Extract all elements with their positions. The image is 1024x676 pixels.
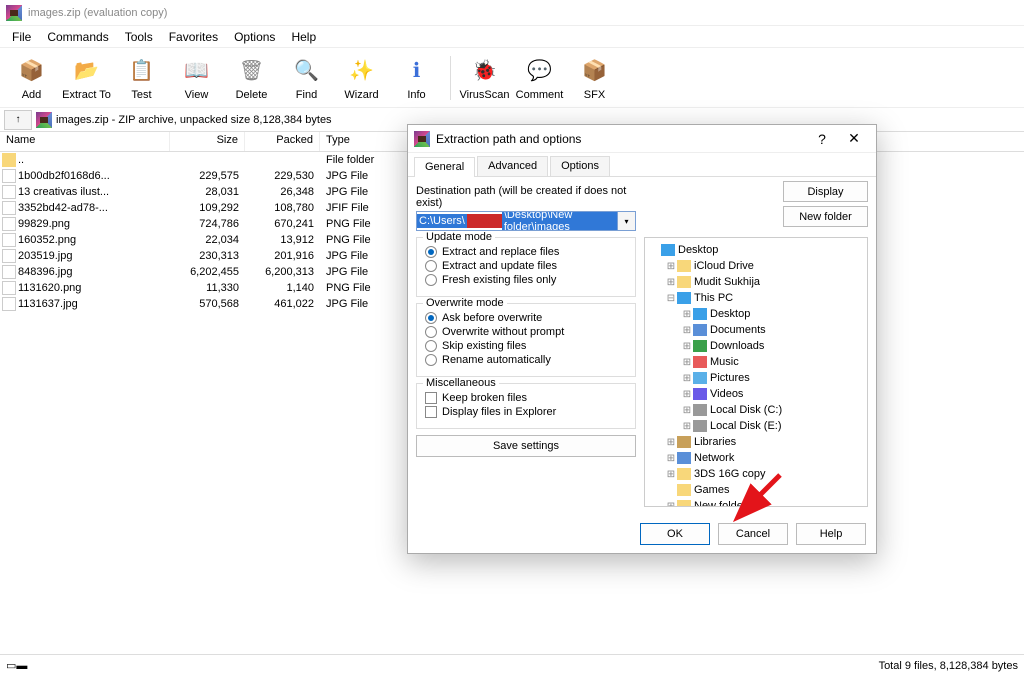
save-settings-button[interactable]: Save settings xyxy=(416,435,636,457)
menu-tools[interactable]: Tools xyxy=(117,28,161,46)
checkbox-option[interactable]: Keep broken files xyxy=(425,392,627,404)
tree-node[interactable]: ⊞Pictures xyxy=(649,370,863,386)
chevron-down-icon[interactable]: ▾ xyxy=(618,211,636,231)
menu-file[interactable]: File xyxy=(4,28,39,46)
view-button[interactable]: 📖View xyxy=(169,50,224,106)
display-button[interactable]: Display xyxy=(783,181,868,202)
expand-icon[interactable]: ⊞ xyxy=(665,453,677,464)
extraction-dialog: Extraction path and options ? ✕ GeneralA… xyxy=(407,124,877,554)
dialog-titlebar: Extraction path and options ? ✕ xyxy=(408,125,876,153)
expand-icon[interactable]: ⊞ xyxy=(681,389,693,400)
tree-node[interactable]: ⊞Music xyxy=(649,354,863,370)
expand-icon[interactable]: ⊟ xyxy=(665,293,677,304)
drive-icon: ▭▬ xyxy=(6,659,27,672)
tree-node[interactable]: ⊞3DS 16G copy xyxy=(649,466,863,482)
expand-icon[interactable]: ⊞ xyxy=(681,325,693,336)
tree-node[interactable]: ⊞Documents xyxy=(649,322,863,338)
menu-favorites[interactable]: Favorites xyxy=(161,28,226,46)
radio-option[interactable]: Ask before overwrite xyxy=(425,312,627,324)
expand-icon[interactable]: ⊞ xyxy=(681,341,693,352)
window-title: images.zip (evaluation copy) xyxy=(28,7,167,19)
col-packed[interactable]: Packed xyxy=(245,132,320,151)
radio-option[interactable]: Overwrite without prompt xyxy=(425,326,627,338)
expand-icon[interactable]: ⊞ xyxy=(681,405,693,416)
destination-path-input[interactable]: C:\Users\ xx \Desktop\New folder\images … xyxy=(416,211,636,231)
status-bar: ▭▬ Total 9 files, 8,128,384 bytes xyxy=(0,654,1024,676)
radio-option[interactable]: Extract and update files xyxy=(425,260,627,272)
expand-icon[interactable]: ⊞ xyxy=(665,469,677,480)
tree-node[interactable]: ⊞Videos xyxy=(649,386,863,402)
dialog-icon xyxy=(414,131,430,147)
checkbox-option[interactable]: Display files in Explorer xyxy=(425,406,627,418)
tree-node[interactable]: ⊞Libraries xyxy=(649,434,863,450)
menu-options[interactable]: Options xyxy=(226,28,283,46)
dialog-title: Extraction path and options xyxy=(436,132,581,146)
update-options: Extract and replace files Extract and upd… xyxy=(425,246,627,286)
app-icon xyxy=(6,5,22,21)
folder-tree[interactable]: Desktop⊞iCloud Drive⊞Mudit Sukhija⊟This … xyxy=(644,237,868,507)
col-size[interactable]: Size xyxy=(170,132,245,151)
window-titlebar: images.zip (evaluation copy) xyxy=(0,0,1024,26)
wizard-button[interactable]: ✨Wizard xyxy=(334,50,389,106)
help-button[interactable]: Help xyxy=(796,523,866,545)
close-icon[interactable]: ✕ xyxy=(838,125,870,153)
help-icon[interactable]: ? xyxy=(806,125,838,153)
tree-node[interactable]: ⊞Local Disk (E:) xyxy=(649,418,863,434)
new-folder-button[interactable]: New folder xyxy=(783,206,868,227)
tree-node[interactable]: ⊞Local Disk (C:) xyxy=(649,402,863,418)
tree-node[interactable]: ⊞Downloads xyxy=(649,338,863,354)
misc-group: Miscellaneous Keep broken filesDisplay f… xyxy=(416,383,636,429)
tree-node[interactable]: ⊞iCloud Drive xyxy=(649,258,863,274)
radio-option[interactable]: Extract and replace files xyxy=(425,246,627,258)
ok-button[interactable]: OK xyxy=(640,523,710,545)
dialog-tabs: GeneralAdvancedOptions xyxy=(408,153,876,177)
menu-commands[interactable]: Commands xyxy=(39,28,116,46)
toolbar: 📦Add📂Extract To📋Test📖View🗑Delete🔍Find✨Wi… xyxy=(0,48,1024,108)
expand-icon[interactable]: ⊞ xyxy=(681,357,693,368)
expand-icon[interactable]: ⊞ xyxy=(681,421,693,432)
overwrite-mode-group: Overwrite mode Ask before overwriteOverw… xyxy=(416,303,636,377)
radio-option[interactable]: Rename automatically xyxy=(425,354,627,366)
test-button[interactable]: 📋Test xyxy=(114,50,169,106)
tab-general[interactable]: General xyxy=(414,157,475,177)
virusscan-button[interactable]: 🐞VirusScan xyxy=(457,50,512,106)
destination-label: Destination path (will be created if doe… xyxy=(416,185,636,209)
address-text[interactable]: images.zip - ZIP archive, unpacked size … xyxy=(56,114,332,126)
misc-options: Keep broken files Display files in Explor… xyxy=(425,392,627,418)
expand-icon[interactable]: ⊞ xyxy=(665,261,677,272)
tree-node[interactable]: ⊞Desktop xyxy=(649,306,863,322)
tab-advanced[interactable]: Advanced xyxy=(477,156,548,176)
expand-icon[interactable]: ⊞ xyxy=(665,437,677,448)
info-button[interactable]: ℹInfo xyxy=(389,50,444,106)
archive-icon xyxy=(36,112,52,128)
cancel-button[interactable]: Cancel xyxy=(718,523,788,545)
tab-options[interactable]: Options xyxy=(550,156,610,176)
overwrite-options: Ask before overwrite Overwrite without pr… xyxy=(425,312,627,366)
menu-help[interactable]: Help xyxy=(283,28,324,46)
sfx-button[interactable]: 📦SFX xyxy=(567,50,622,106)
expand-icon[interactable]: ⊞ xyxy=(681,309,693,320)
expand-icon[interactable]: ⊞ xyxy=(665,501,677,508)
add-button[interactable]: 📦Add xyxy=(4,50,59,106)
find-button[interactable]: 🔍Find xyxy=(279,50,334,106)
tree-node[interactable]: ⊞Mudit Sukhija xyxy=(649,274,863,290)
col-name[interactable]: Name xyxy=(0,132,170,151)
update-mode-group: Update mode Extract and replace filesExt… xyxy=(416,237,636,297)
comment-button[interactable]: 💬Comment xyxy=(512,50,567,106)
tree-node[interactable]: ⊞New folder xyxy=(649,498,863,507)
extract-to-button[interactable]: 📂Extract To xyxy=(59,50,114,106)
menu-bar: FileCommandsToolsFavoritesOptionsHelp xyxy=(0,26,1024,48)
tree-node[interactable]: Games xyxy=(649,482,863,498)
delete-button[interactable]: 🗑Delete xyxy=(224,50,279,106)
expand-icon[interactable]: ⊞ xyxy=(681,373,693,384)
radio-option[interactable]: Skip existing files xyxy=(425,340,627,352)
up-button[interactable]: ↑ xyxy=(4,110,32,130)
tree-node[interactable]: Desktop xyxy=(649,242,863,258)
tree-node[interactable]: ⊞Network xyxy=(649,450,863,466)
col-type[interactable]: Type xyxy=(320,132,420,151)
radio-option[interactable]: Fresh existing files only xyxy=(425,274,627,286)
status-text: Total 9 files, 8,128,384 bytes xyxy=(879,660,1018,672)
expand-icon[interactable]: ⊞ xyxy=(665,277,677,288)
tree-node[interactable]: ⊟This PC xyxy=(649,290,863,306)
